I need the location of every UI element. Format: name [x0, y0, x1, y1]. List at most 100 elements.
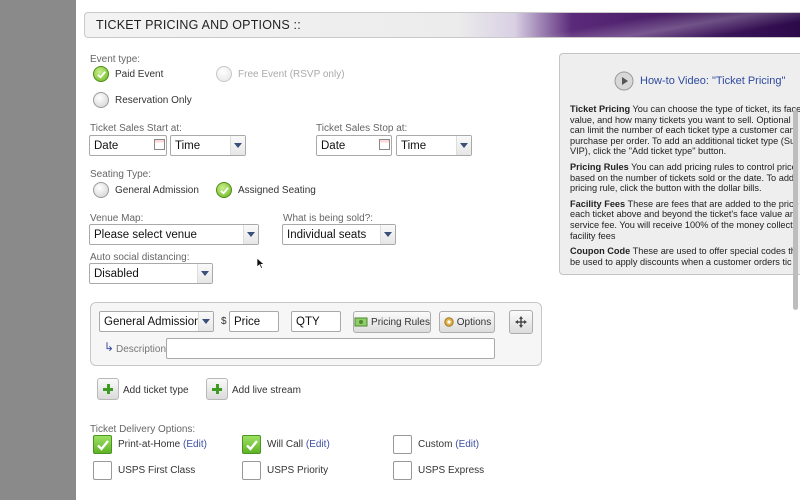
add-live-stream-button[interactable] — [206, 378, 228, 400]
radio-unchecked-icon[interactable] — [93, 92, 109, 108]
usps-first-class-text: USPS First Class — [118, 465, 196, 476]
pricing-rules-help: Pricing Rules You can add pricing rules … — [570, 161, 797, 194]
move-handle[interactable] — [509, 310, 533, 334]
reservation-only-option[interactable]: Reservation Only — [93, 92, 192, 108]
ticket-pricing-help: Ticket Pricing You can choose the type o… — [570, 104, 800, 157]
checkbox-checked-icon[interactable] — [242, 435, 261, 454]
price-placeholder: Price — [234, 315, 261, 328]
checkbox-unchecked-icon[interactable] — [93, 461, 112, 480]
currency-symbol: $ — [221, 316, 227, 327]
venue-map-label: Venue Map: — [90, 213, 144, 224]
sales-stop-time-value: Time — [401, 139, 427, 152]
assigned-seating-text: Assigned Seating — [238, 184, 316, 196]
move-arrows-icon — [515, 316, 527, 328]
sales-stop-date-text: Date — [321, 139, 346, 152]
reservation-only-text: Reservation Only — [115, 94, 192, 106]
venue-map-value: Please select venue — [94, 228, 197, 241]
help-text: Ticket Pricing You can choose the type o… — [570, 104, 800, 272]
edit-link[interactable]: (Edit) — [183, 439, 207, 450]
what-sold-select[interactable]: Individual seats — [282, 224, 396, 245]
checkbox-checked-icon[interactable] — [93, 435, 112, 454]
edit-link[interactable]: (Edit) — [455, 439, 479, 450]
sales-stop-label: Ticket Sales Stop at: — [316, 123, 408, 134]
ticket-type-row: General Admission $ Price QTY Pricing Ru… — [90, 302, 542, 366]
delivery-options-label: Ticket Delivery Options: — [90, 424, 196, 435]
print-at-home-option[interactable]: Print-at-Home (Edit) — [93, 435, 207, 454]
qty-placeholder: QTY — [296, 315, 320, 328]
chevron-down-icon — [198, 312, 213, 331]
usps-express-text: USPS Express — [418, 465, 485, 476]
section-header: TICKET PRICING AND OPTIONS :: — [84, 12, 800, 38]
add-ticket-type-label[interactable]: Add ticket type — [123, 385, 189, 396]
usps-priority-option[interactable]: USPS Priority — [242, 461, 328, 480]
chevron-down-icon — [380, 225, 395, 244]
pricing-rules-button[interactable]: Pricing Rules — [353, 311, 431, 333]
will-call-option[interactable]: Will Call (Edit) — [242, 435, 330, 454]
chevron-down-icon — [197, 264, 212, 283]
radio-unchecked-icon[interactable] — [93, 182, 109, 198]
add-ticket-type-button[interactable] — [97, 378, 119, 400]
ticket-type-value: General Admission — [104, 315, 198, 328]
paid-event-text: Paid Event — [115, 68, 164, 80]
will-call-text: Will Call (Edit) — [267, 439, 330, 450]
sales-start-time-select[interactable]: Time — [170, 135, 246, 156]
radio-checked-icon[interactable] — [216, 182, 232, 198]
social-distancing-select[interactable]: Disabled — [89, 263, 213, 284]
radio-disabled-icon[interactable] — [216, 66, 232, 82]
add-live-stream-label[interactable]: Add live stream — [232, 385, 301, 396]
event-type-label: Event type: — [90, 54, 141, 65]
dollar-bills-icon — [354, 317, 368, 327]
ticket-type-select[interactable]: General Admission — [99, 311, 214, 332]
social-distancing-value: Disabled — [94, 267, 139, 280]
pricing-rules-label: Pricing Rules — [371, 316, 430, 328]
description-label: Description — [116, 344, 167, 355]
how-to-video-title: How-to Video: "Ticket Pricing" — [640, 75, 786, 87]
options-label: Options — [456, 316, 492, 328]
calendar-icon[interactable] — [379, 139, 390, 150]
venue-map-select[interactable]: Please select venue — [89, 224, 259, 245]
social-distancing-label: Auto social distancing: — [90, 252, 190, 263]
free-event-option[interactable]: Free Event (RSVP only) — [216, 66, 345, 82]
chevron-down-icon — [230, 136, 245, 155]
chevron-down-icon — [243, 225, 258, 244]
custom-option[interactable]: Custom (Edit) — [393, 435, 479, 454]
usps-priority-text: USPS Priority — [267, 465, 329, 476]
sales-stop-time-select[interactable]: Time — [396, 135, 472, 156]
qty-input[interactable]: QTY — [291, 311, 341, 332]
assigned-seating-option[interactable]: Assigned Seating — [216, 182, 316, 198]
edit-link[interactable]: (Edit) — [306, 439, 330, 450]
seating-type-label: Seating Type: — [90, 169, 151, 180]
checkbox-unchecked-icon[interactable] — [393, 435, 412, 454]
options-button[interactable]: Options — [439, 311, 495, 333]
free-event-text: Free Event (RSVP only) — [238, 68, 345, 80]
how-to-video-link[interactable]: How-to Video: "Ticket Pricing" — [614, 71, 785, 91]
description-input[interactable] — [166, 338, 495, 359]
chevron-down-icon — [456, 136, 471, 155]
gear-icon — [444, 317, 454, 327]
price-input[interactable]: Price — [229, 311, 279, 332]
play-icon — [614, 71, 634, 91]
sales-start-time-value: Time — [175, 139, 201, 152]
facility-fees-help: Facility Fees These are fees that are ad… — [570, 198, 799, 241]
checkbox-unchecked-icon[interactable] — [393, 461, 412, 480]
general-admission-text: General Admission — [115, 184, 199, 196]
section-title: TICKET PRICING AND OPTIONS :: — [96, 18, 301, 32]
what-sold-value: Individual seats — [287, 228, 367, 241]
radio-checked-icon[interactable] — [93, 66, 109, 82]
checkbox-unchecked-icon[interactable] — [242, 461, 261, 480]
general-admission-option[interactable]: General Admission — [93, 182, 199, 198]
what-sold-label: What is being sold?: — [283, 213, 374, 224]
calendar-icon[interactable] — [154, 139, 165, 150]
mouse-cursor-icon — [257, 258, 265, 269]
usps-express-option[interactable]: USPS Express — [393, 461, 484, 480]
sales-start-date-text: Date — [94, 139, 119, 152]
scrollbar[interactable] — [793, 110, 798, 310]
paid-event-option[interactable]: Paid Event — [93, 66, 163, 82]
custom-text: Custom (Edit) — [418, 439, 480, 450]
sales-start-label: Ticket Sales Start at: — [90, 123, 182, 134]
coupon-code-help: Coupon Code These are used to offer spec… — [570, 246, 796, 267]
usps-first-class-option[interactable]: USPS First Class — [93, 461, 195, 480]
indent-arrow-icon: ↳ — [104, 340, 115, 354]
print-at-home-text: Print-at-Home (Edit) — [118, 439, 207, 450]
help-panel: How-to Video: "Ticket Pricing" Ticket Pr… — [559, 53, 800, 275]
